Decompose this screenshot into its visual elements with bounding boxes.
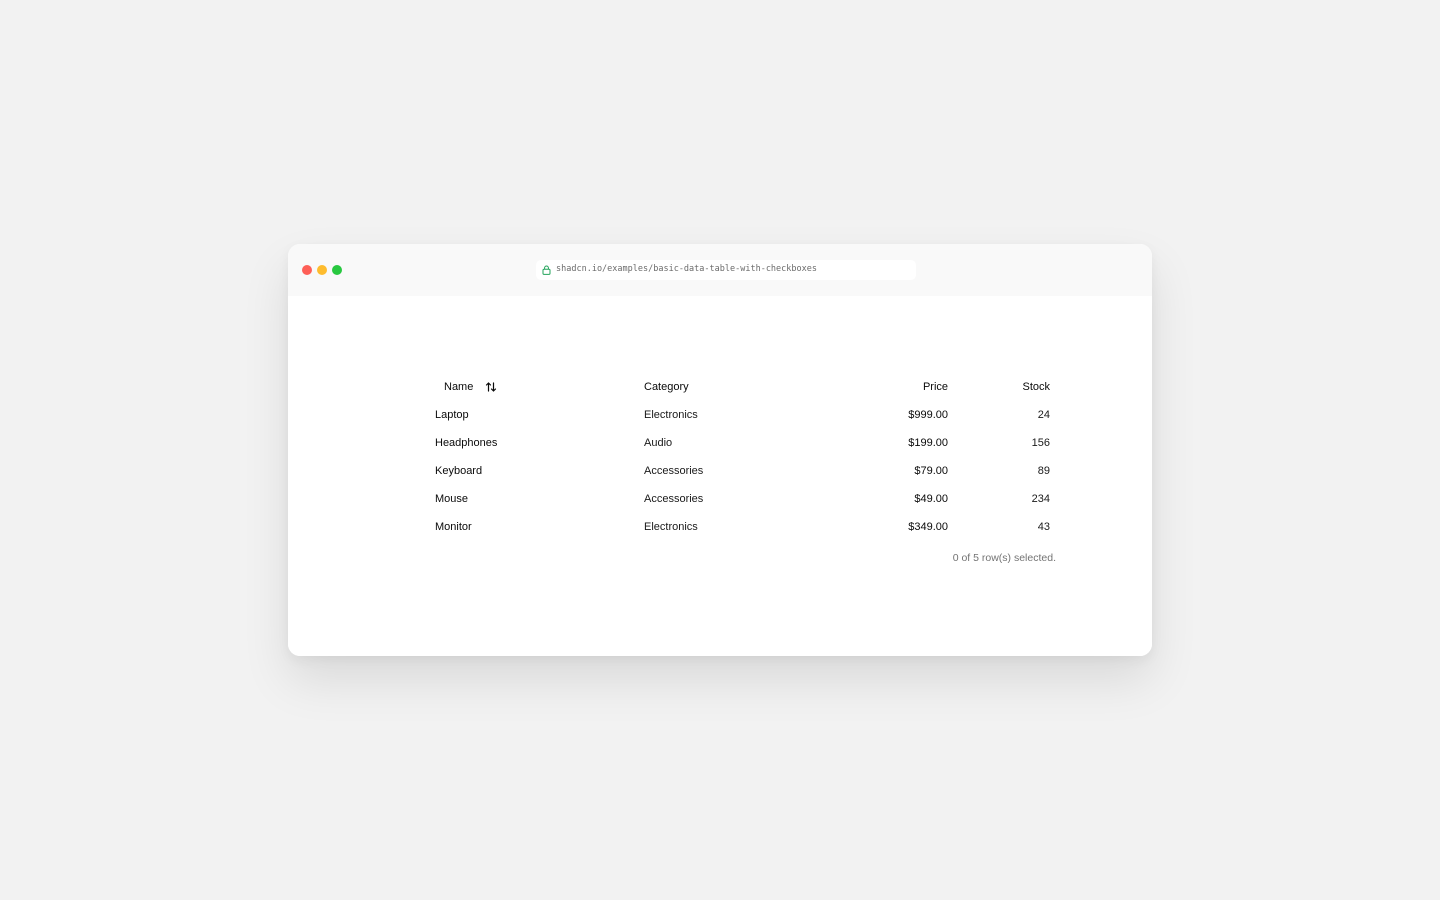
cell-category: Accessories: [644, 493, 704, 505]
cell-stock: 24: [1037, 409, 1050, 421]
column-header-category: Category: [644, 381, 689, 393]
table-row[interactable]: Headphones Audio $199.00 156: [288, 429, 1152, 457]
cell-price: $199.00: [908, 437, 948, 449]
cell-stock: 89: [1037, 465, 1050, 477]
table-header-row: Name Category Price Stock: [288, 373, 1152, 401]
cell-stock: 43: [1037, 521, 1050, 533]
cell-name: Monitor: [435, 521, 472, 533]
cell-category: Accessories: [644, 465, 704, 477]
browser-titlebar: shadcn.io/examples/basic-data-table-with…: [288, 244, 1152, 296]
selection-status: 0 of 5 row(s) selected.: [952, 552, 1056, 564]
cell-price: $79.00: [914, 465, 948, 477]
cell-name: Laptop: [435, 409, 469, 421]
cell-price: $49.00: [914, 493, 948, 505]
arrow-up-down-icon[interactable]: [485, 381, 497, 393]
column-header-stock: Stock: [1022, 381, 1050, 393]
close-window-button[interactable]: [302, 265, 312, 275]
cell-price: $349.00: [908, 521, 948, 533]
column-header-price: Price: [922, 381, 948, 393]
cell-category: Electronics: [644, 521, 698, 533]
cell-stock: 156: [1031, 437, 1050, 449]
column-header-name[interactable]: Name: [444, 373, 473, 401]
cell-name: Keyboard: [435, 465, 483, 477]
table-row[interactable]: Laptop Electronics $999.00 24: [288, 401, 1152, 429]
table-row[interactable]: Mouse Accessories $49.00 234: [288, 485, 1152, 513]
table-row[interactable]: Keyboard Accessories $79.00 89: [288, 457, 1152, 485]
cell-name: Mouse: [435, 493, 469, 505]
lock-icon: [542, 265, 551, 275]
cell-name: Headphones: [435, 437, 498, 449]
cell-category: Audio: [644, 437, 673, 449]
page-content: Name Category Price Stock Laptop Electro…: [288, 296, 1152, 656]
cell-stock: 234: [1031, 493, 1050, 505]
address-bar[interactable]: shadcn.io/examples/basic-data-table-with…: [536, 260, 916, 280]
minimize-window-button[interactable]: [317, 265, 327, 275]
browser-window: shadcn.io/examples/basic-data-table-with…: [288, 244, 1152, 656]
maximize-window-button[interactable]: [332, 265, 342, 275]
cell-price: $999.00: [908, 409, 948, 421]
table-row[interactable]: Monitor Electronics $349.00 43: [288, 513, 1152, 541]
cell-category: Electronics: [644, 409, 698, 421]
address-bar-url: shadcn.io/examples/basic-data-table-with…: [556, 264, 817, 274]
